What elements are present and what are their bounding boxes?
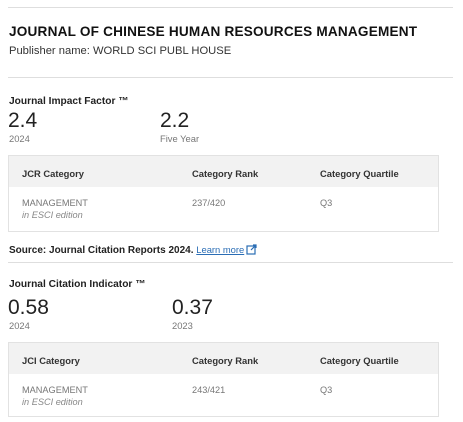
- previous-citation-indicator-value: 0.37: [172, 296, 213, 319]
- category-edition: in ESCI edition: [22, 397, 83, 407]
- learn-more-link[interactable]: Learn more: [196, 244, 244, 255]
- category-name: MANAGEMENT: [22, 198, 88, 208]
- table-header: JCR Category Category Rank Category Quar…: [9, 156, 438, 187]
- jcr-category-table: JCR Category Category Rank Category Quar…: [8, 155, 439, 232]
- category-rank: 237/420: [192, 198, 226, 208]
- column-header-jci-category: JCI Category: [22, 355, 80, 366]
- citation-indicator-heading: Journal Citation Indicator ™: [9, 279, 146, 290]
- source-year: 2024.: [168, 245, 194, 256]
- previous-citation-indicator-year: 2023: [172, 320, 193, 331]
- source-label: Source: Journal Citation Reports: [9, 245, 166, 256]
- citation-indicator-value: 0.58: [8, 296, 49, 319]
- impact-factor-year: 2024: [9, 133, 30, 144]
- column-header-category-rank: Category Rank: [192, 355, 259, 366]
- impact-factor-value: 2.4: [8, 109, 38, 132]
- external-link-icon[interactable]: [246, 244, 257, 255]
- column-header-category-quartile: Category Quartile: [320, 168, 399, 179]
- column-header-category-quartile: Category Quartile: [320, 355, 399, 366]
- category-quartile: Q3: [320, 198, 333, 208]
- jci-category-table: JCI Category Category Rank Category Quar…: [8, 342, 439, 417]
- five-year-label: Five Year: [160, 133, 200, 144]
- section-divider: [8, 262, 453, 263]
- category-rank: 243/421: [192, 385, 226, 395]
- journal-title: JOURNAL OF CHINESE HUMAN RESOURCES MANAG…: [9, 24, 418, 39]
- header-divider: [8, 77, 453, 78]
- five-year-impact-factor-value: 2.2: [160, 109, 190, 132]
- category-name: MANAGEMENT: [22, 385, 88, 395]
- citation-indicator-year: 2024: [9, 320, 30, 331]
- top-divider: [8, 7, 453, 8]
- category-quartile: Q3: [320, 385, 333, 395]
- impact-factor-heading: Journal Impact Factor ™: [9, 96, 129, 107]
- category-edition: in ESCI edition: [22, 210, 83, 220]
- column-header-jcr-category: JCR Category: [22, 168, 84, 179]
- column-header-category-rank: Category Rank: [192, 168, 259, 179]
- table-header: JCI Category Category Rank Category Quar…: [9, 343, 438, 374]
- publisher-name: Publisher name: WORLD SCI PUBL HOUSE: [9, 45, 232, 57]
- source-line: Source: Journal Citation Reports 2024. L…: [9, 244, 257, 256]
